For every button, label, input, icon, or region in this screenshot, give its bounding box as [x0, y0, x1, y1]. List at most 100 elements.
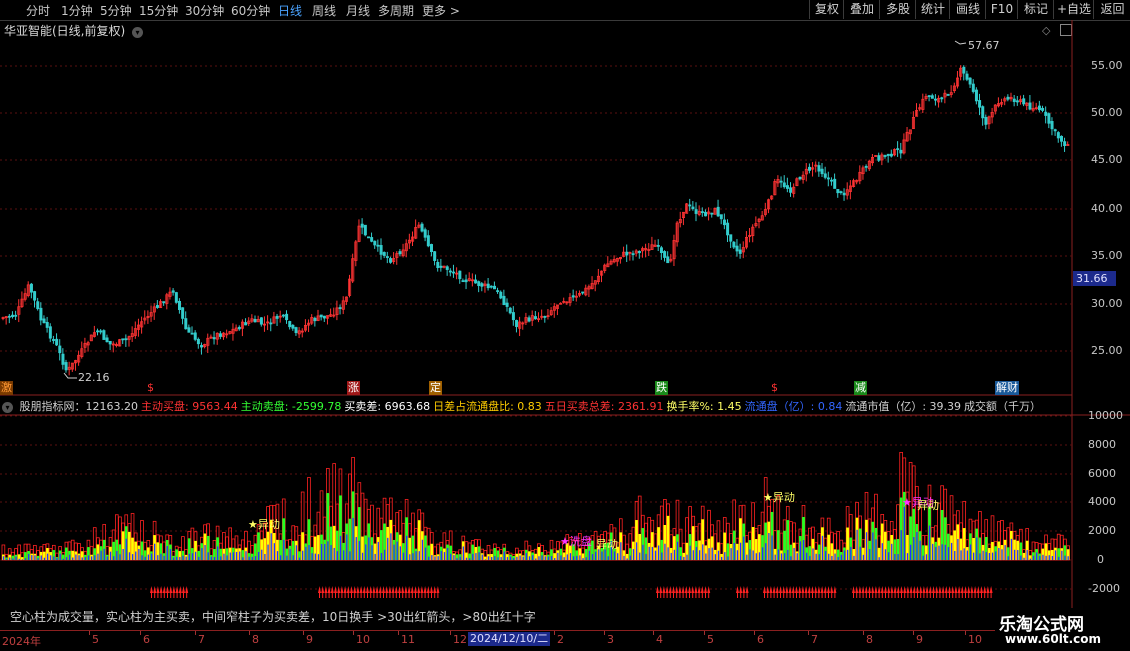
date-tick	[863, 631, 864, 635]
diff-bar	[440, 550, 442, 560]
period-tab-10[interactable]: 更多 >	[422, 2, 460, 19]
toolbar-button-5[interactable]: F10	[985, 0, 1018, 19]
diff-bar	[793, 547, 795, 560]
date-tick	[704, 631, 705, 635]
diff-bar	[891, 543, 893, 560]
event-tag[interactable]: 涨	[347, 381, 360, 395]
toolbar-button-0[interactable]: 复权	[809, 0, 844, 19]
period-tab-8[interactable]: 月线	[346, 2, 370, 19]
kline-candle	[930, 95, 934, 99]
kline-candle	[808, 166, 812, 171]
turnover-arrow	[391, 586, 395, 593]
event-tag[interactable]: 跌	[655, 381, 668, 395]
diff-bar	[746, 554, 748, 560]
kline-candle	[1041, 107, 1045, 111]
diff-bar	[532, 555, 534, 560]
indicator-settings-icon[interactable]: ▾	[2, 402, 13, 413]
diff-bar	[491, 557, 493, 560]
toolbar-button-7[interactable]: +自选	[1053, 0, 1094, 19]
turnover-arrow-stem	[367, 593, 368, 598]
event-tag[interactable]: 解财	[995, 381, 1019, 395]
event-tag[interactable]: $	[146, 381, 155, 395]
kline-candle	[927, 95, 931, 98]
kline-candle	[445, 266, 449, 270]
kline-candle	[360, 223, 364, 228]
diff-bar	[245, 551, 247, 560]
turnover-arrow-stem	[968, 593, 970, 598]
kline-candle	[363, 224, 367, 236]
turnover-arrow-stem	[705, 593, 706, 598]
turnover-arrow-stem	[974, 593, 976, 598]
diff-bar	[698, 550, 701, 560]
diff-bar	[390, 533, 392, 560]
diff-bar	[607, 556, 609, 560]
turnover-arrow-stem	[901, 593, 902, 598]
period-tab-9[interactable]: 多周期	[378, 2, 414, 19]
diff-bar	[815, 553, 817, 560]
diff-bar	[1045, 555, 1047, 560]
event-tag[interactable]: $	[770, 381, 779, 395]
indicator-axis-label: 4000	[1088, 495, 1116, 508]
diff-bar	[749, 549, 751, 560]
diff-bar	[910, 544, 912, 560]
diff-bar	[280, 555, 282, 560]
kline-candle	[433, 251, 437, 261]
turnover-arrow-stem	[952, 593, 954, 598]
kline-candle	[11, 314, 15, 318]
turnover-arrow-stem	[971, 593, 973, 598]
diff-bar	[950, 542, 953, 560]
diff-bar	[1004, 545, 1006, 560]
turnover-arrow-stem	[885, 593, 886, 598]
turnover-arrow-stem	[824, 593, 826, 598]
diff-bar	[525, 553, 527, 560]
diff-bar	[412, 553, 414, 560]
signal-label: 异动	[917, 499, 939, 512]
event-tag[interactable]: 减	[854, 381, 867, 395]
diff-bar	[453, 555, 455, 560]
turnover-arrow-stem	[673, 593, 674, 598]
period-tab-0[interactable]: 分时	[26, 2, 50, 19]
period-tab-1[interactable]: 1分钟	[61, 2, 93, 19]
toolbar-button-3[interactable]: 统计	[915, 0, 950, 19]
diff-bar	[336, 551, 338, 560]
toolbar-button-8[interactable]: 返回	[1093, 0, 1130, 19]
diff-bar	[154, 543, 156, 560]
date-axis-label: 3	[607, 633, 614, 646]
period-tab-4[interactable]: 30分钟	[185, 2, 224, 19]
kline-candle	[785, 185, 789, 189]
turnover-arrow-stem	[926, 593, 928, 598]
toolbar-button-4[interactable]: 画线	[949, 0, 986, 19]
period-tab-3[interactable]: 15分钟	[139, 2, 178, 19]
period-tab-2[interactable]: 5分钟	[100, 2, 132, 19]
period-tab-6[interactable]: 日线	[278, 2, 302, 19]
event-tag[interactable]: 激	[0, 381, 13, 395]
diff-bar	[150, 553, 153, 560]
kline-candle	[779, 180, 783, 183]
date-tick	[195, 631, 196, 635]
diff-bar	[500, 557, 502, 560]
toolbar-button-6[interactable]: 标记	[1017, 0, 1054, 19]
event-tag[interactable]: 定	[429, 381, 442, 395]
signal-label: ★异动	[248, 518, 280, 531]
turnover-arrow-stem	[173, 593, 175, 598]
kline-candle	[253, 318, 257, 323]
period-tab-7[interactable]: 周线	[312, 2, 336, 19]
diff-bar	[834, 553, 836, 560]
date-axis-label: 4	[656, 633, 663, 646]
turnover-arrow-stem	[776, 593, 778, 598]
diff-bar	[869, 549, 871, 560]
kline-candle	[700, 211, 704, 214]
diff-bar	[1058, 556, 1060, 560]
kline-candle	[830, 179, 834, 182]
diff-bar	[1042, 554, 1044, 560]
diff-bar	[43, 557, 46, 560]
turnover-arrow-stem	[392, 593, 394, 598]
toolbar-button-1[interactable]: 叠加	[843, 0, 880, 19]
period-tab-5[interactable]: 60分钟	[231, 2, 270, 19]
diff-bar	[717, 550, 720, 560]
turnover-arrow-stem	[402, 593, 404, 598]
diff-bar	[998, 547, 1000, 560]
toolbar-button-2[interactable]: 多股	[879, 0, 916, 19]
turnover-arrow-stem	[853, 593, 854, 598]
turnover-arrow-stem	[363, 593, 365, 598]
